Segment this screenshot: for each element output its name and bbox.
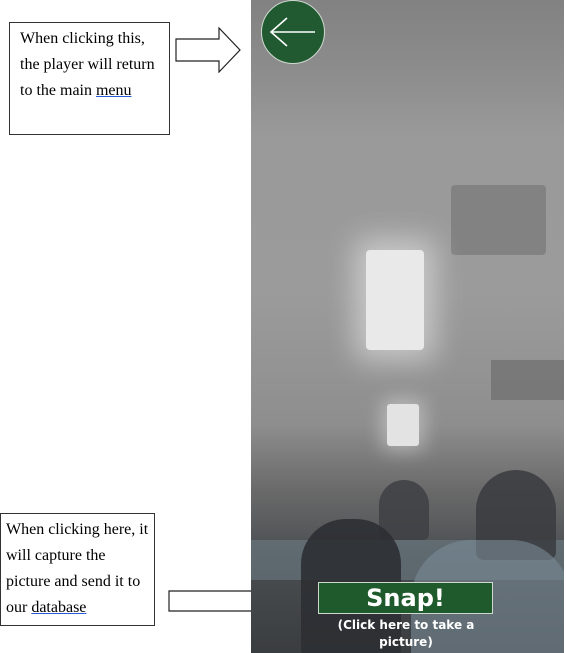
camera-preview: Snap! (Click here to take a picture) bbox=[251, 0, 564, 653]
ceiling-projector bbox=[451, 185, 546, 255]
ceiling-light bbox=[366, 250, 424, 350]
ceiling-light bbox=[387, 404, 419, 446]
annotation-underlined-word: database bbox=[31, 599, 87, 616]
right-arrow-icon bbox=[175, 27, 241, 73]
air-vent bbox=[491, 360, 564, 400]
back-button-annotation: When clicking this, the player will retu… bbox=[9, 22, 170, 135]
snap-button-annotation: When clicking here, it will capture the … bbox=[0, 513, 155, 626]
back-button[interactable] bbox=[261, 0, 325, 64]
annotation-text: When clicking this, the player will retu… bbox=[20, 30, 155, 99]
arrow-left-icon bbox=[269, 17, 315, 47]
snap-hint-text: (Click here to take a picture) bbox=[337, 618, 475, 649]
snap-button[interactable]: Snap! bbox=[318, 582, 493, 614]
annotation-underlined-word: menu bbox=[95, 82, 132, 99]
